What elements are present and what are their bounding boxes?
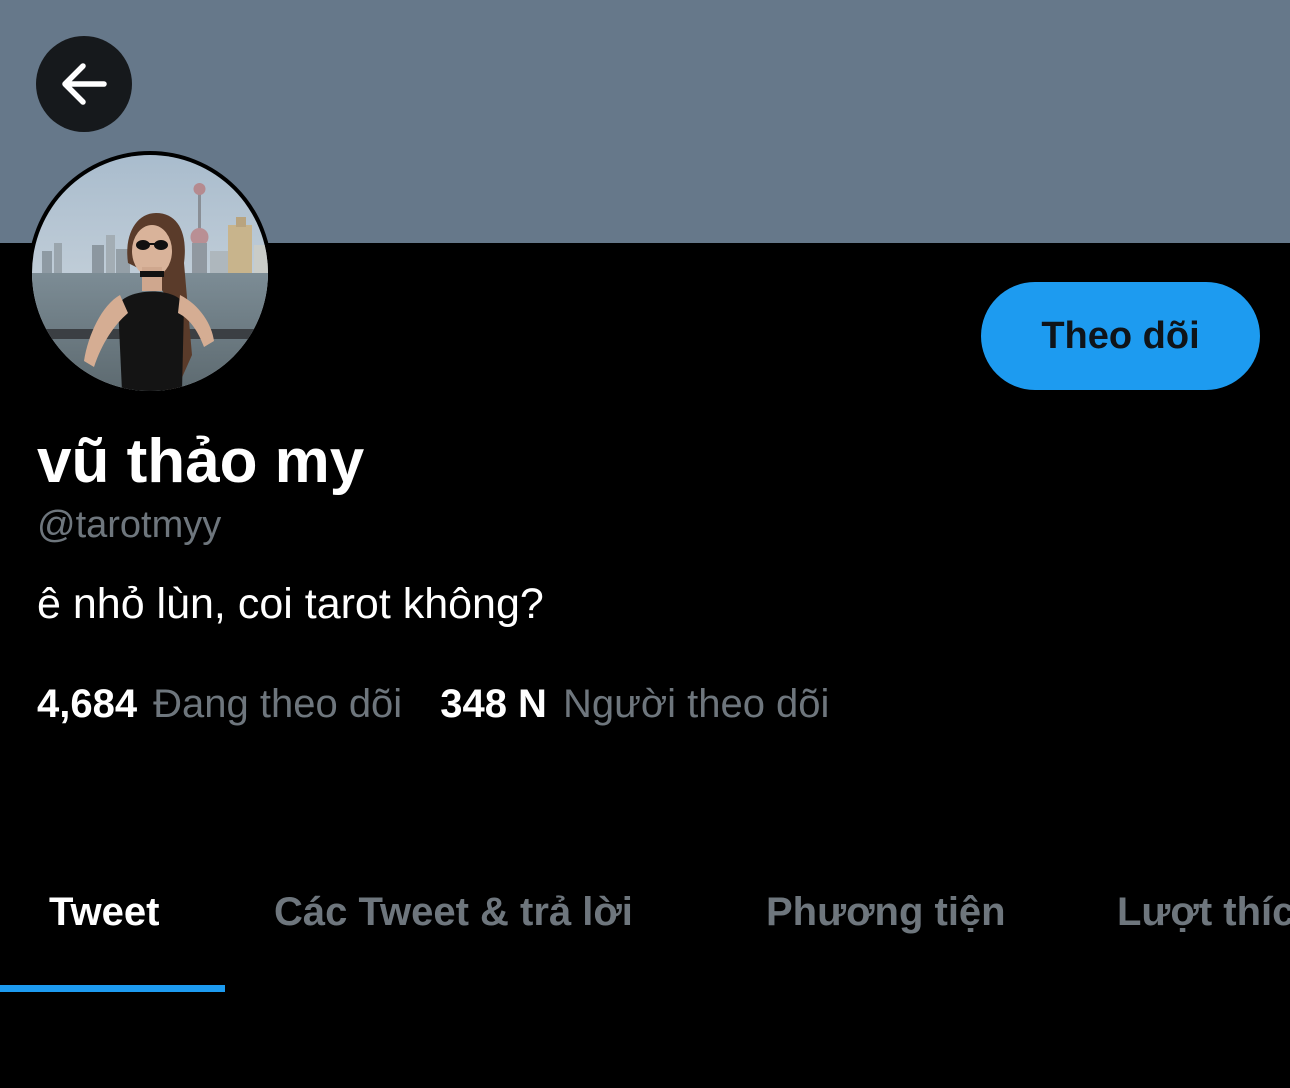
tab-tweets[interactable]: Tweet (49, 890, 159, 935)
follow-button[interactable]: Theo dõi (981, 282, 1260, 390)
following-label: Đang theo dõi (153, 682, 403, 726)
display-name: vũ thảo my (37, 427, 365, 496)
following-link[interactable]: 4,684 Đang theo dõi (37, 682, 402, 727)
followers-count: 348 N (440, 682, 547, 726)
following-count: 4,684 (37, 682, 138, 726)
followers-label: Người theo dõi (562, 682, 830, 726)
followers-link[interactable]: 348 N Người theo dõi (440, 682, 829, 727)
tab-tweets-replies[interactable]: Các Tweet & trả lời (274, 890, 633, 935)
arrow-left-icon (62, 63, 107, 105)
avatar-photo (32, 155, 268, 391)
user-handle: @tarotmyy (37, 504, 222, 546)
tab-likes[interactable]: Lượt thích (1117, 890, 1290, 935)
avatar[interactable] (28, 151, 272, 395)
profile-stats: 4,684 Đang theo dõi 348 N Người theo dõi (37, 682, 829, 727)
tab-media[interactable]: Phương tiện (766, 890, 1006, 935)
active-tab-indicator (0, 985, 225, 992)
profile-tabs: Tweet Các Tweet & trả lời Phương tiện Lư… (0, 860, 1290, 995)
back-button[interactable] (36, 36, 132, 132)
profile-bio: ê nhỏ lùn, coi tarot không? (37, 580, 544, 628)
